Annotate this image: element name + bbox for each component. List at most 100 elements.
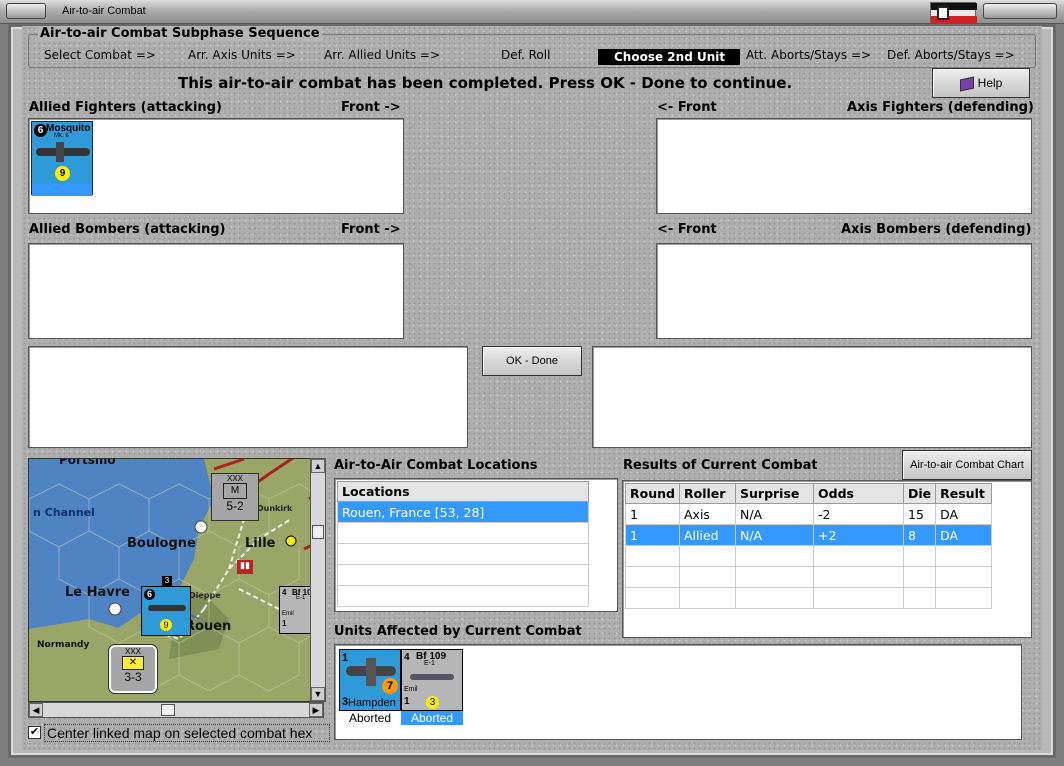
affected-unit-bf109[interactable]: 4 Bf 109 E-1 Emil 1 3 <box>401 649 463 711</box>
allied-fighters-panel[interactable]: 6 Mosquito Mk. II 9 <box>28 118 404 214</box>
unit-variant: E-1 <box>424 660 435 667</box>
help-book-icon <box>959 76 974 92</box>
col-die[interactable]: Die <box>902 483 937 504</box>
results-title: Results of Current Combat <box>623 458 818 473</box>
unit-status: Aborted <box>348 711 392 725</box>
unit-name: Hampden <box>348 697 396 709</box>
unit-top: 1 <box>342 652 349 664</box>
ok-done-button[interactable]: OK - Done <box>482 346 582 376</box>
help-label: Help <box>977 76 1003 90</box>
unit-value: 3 <box>426 696 439 709</box>
front-label-axis-bombers: <- Front <box>657 222 717 237</box>
unit-left: 1 <box>404 696 410 707</box>
help-button[interactable]: Help <box>932 68 1030 98</box>
map-aircraft-icon <box>148 605 186 611</box>
cell-result: DA <box>935 503 993 525</box>
col-odds[interactable]: Odds <box>813 483 904 504</box>
allied-bombers-title: Allied Bombers (attacking) <box>29 222 226 237</box>
infantry-x-symbol-icon: ✕ <box>122 656 144 670</box>
scroll-h-thumb[interactable] <box>161 704 175 716</box>
col-roller[interactable]: Roller <box>679 483 736 504</box>
results-row[interactable]: 1 Axis N/A -2 15 DA <box>625 503 993 525</box>
cell-round: 1 <box>625 503 680 525</box>
axis-fighters-title: Axis Fighters (defending) <box>847 100 1034 115</box>
map-stack-count: 3 <box>162 576 172 587</box>
mosquito-unit-counter[interactable]: 6 Mosquito Mk. II 9 <box>31 121 93 196</box>
map-vertical-scrollbar[interactable]: ▲ ▼ <box>310 458 326 702</box>
map-label-portsmouth: Portsmo <box>59 458 116 467</box>
location-row[interactable]: Rouen, France [53, 28] <box>337 501 589 523</box>
map-fr-corps-counter[interactable]: XXX ✕ 3-3 <box>108 644 158 694</box>
map-mosquito-top: 6 <box>144 589 155 600</box>
allied-fighters-title: Allied Fighters (attacking) <box>29 100 222 115</box>
map-label-rouen: Rouen <box>185 619 232 634</box>
locations-panel: Locations Rouen, France [53, 28] <box>334 478 618 612</box>
counter-strength: 3-3 <box>124 670 142 684</box>
locations-column-header[interactable]: Locations <box>337 481 589 502</box>
aircraft-wing-icon <box>56 142 64 162</box>
map-label-dunkirk: Dunkirk <box>257 504 293 513</box>
cell-surprise: N/A <box>735 524 814 546</box>
cell-round: 1 <box>625 524 680 546</box>
cell-roller: Axis <box>679 503 736 525</box>
col-round[interactable]: Round <box>625 483 680 504</box>
scroll-v-thumb[interactable] <box>312 525 324 539</box>
window-controls-button[interactable] <box>983 3 1057 19</box>
cell-die: 15 <box>902 503 937 525</box>
locations-table: Locations Rouen, France [53, 28] <box>337 481 589 607</box>
locations-title: Air-to-Air Combat Locations <box>334 458 538 473</box>
col-surprise[interactable]: Surprise <box>735 483 814 504</box>
map-building-icon: ▮▮ <box>237 560 253 574</box>
center-map-checkbox[interactable]: ✔ <box>28 726 41 739</box>
seq-step-choose-2nd-unit: Choose 2nd Unit <box>598 49 740 65</box>
cell-roller: Allied <box>679 524 736 546</box>
unit-value: 7 <box>382 678 398 694</box>
counter-size: XXX <box>124 647 141 656</box>
scroll-right-arrow[interactable]: ▶ <box>309 703 323 717</box>
unit-top: 4 <box>404 652 410 663</box>
seq-step-def-roll: Def. Roll <box>501 48 551 62</box>
seq-step-arr-allied: Arr. Allied Units => <box>324 48 441 62</box>
map-label-le-havre: Le Havre <box>65 585 130 600</box>
front-label-allied-fighters: Front -> <box>341 100 401 115</box>
window-title: Air-to-air Combat <box>62 5 146 17</box>
map-bf109-variant: E-1 <box>296 595 306 601</box>
german-flag-icon <box>930 2 977 23</box>
seq-step-def-aborts: Def. Aborts/Stays => <box>887 48 1015 62</box>
results-header-row: Round Roller Surprise Odds Die Result <box>625 483 993 504</box>
results-row[interactable]: 1 Allied N/A +2 8 DA <box>625 524 993 546</box>
map-label-channel: n Channel <box>33 506 95 519</box>
map-mosquito-counter[interactable]: 6 9 <box>141 586 191 636</box>
unit-sub: Emil <box>404 686 418 693</box>
air-combat-chart-button[interactable]: Air-to-air Combat Chart <box>902 450 1032 480</box>
center-map-checkbox-label[interactable]: Center linked map on selected combat hex <box>44 724 330 742</box>
results-table: Round Roller Surprise Odds Die Result 1 … <box>625 483 993 609</box>
axis-bombers-title: Axis Bombers (defending) <box>841 222 1032 237</box>
window-menu-button[interactable] <box>6 3 46 19</box>
map-mosquito-bottom: 9 <box>160 619 172 631</box>
linked-map[interactable]: n Channel Boulogne Lille Le Havre Rouen … <box>28 458 324 702</box>
map-label-boulogne: Boulogne <box>127 536 196 551</box>
cell-odds: +2 <box>813 524 904 546</box>
scroll-down-arrow[interactable]: ▼ <box>311 687 325 701</box>
axis-bombers-panel[interactable] <box>656 243 1032 339</box>
col-result[interactable]: Result <box>935 483 993 504</box>
status-message: This air-to-air combat has been complete… <box>178 74 793 92</box>
scroll-left-arrow[interactable]: ◀ <box>29 703 43 717</box>
map-label-lille: Lille <box>245 536 276 551</box>
map-ger-corps-counter[interactable]: XXX M 5-2 <box>211 473 259 521</box>
unit-status: Aborted <box>401 711 463 725</box>
scroll-up-arrow[interactable]: ▲ <box>311 459 325 473</box>
map-terrain <box>29 459 323 701</box>
axis-fighters-panel[interactable] <box>656 118 1032 214</box>
counter-size: XXX <box>226 474 243 483</box>
allied-info-pane <box>28 346 468 448</box>
map-horizontal-scrollbar[interactable]: ◀ ▶ <box>28 702 324 718</box>
affected-unit-hampden[interactable]: 1 7 3 Hampden <box>339 649 401 711</box>
infantry-symbol-icon: M <box>223 483 247 499</box>
unit-bottom-value: 9 <box>55 166 70 181</box>
seq-step-select-combat: Select Combat => <box>44 48 156 62</box>
units-affected-title: Units Affected by Current Combat <box>334 624 582 639</box>
window-titlebar: Air-to-air Combat <box>0 0 1064 24</box>
allied-bombers-panel[interactable] <box>28 243 404 339</box>
